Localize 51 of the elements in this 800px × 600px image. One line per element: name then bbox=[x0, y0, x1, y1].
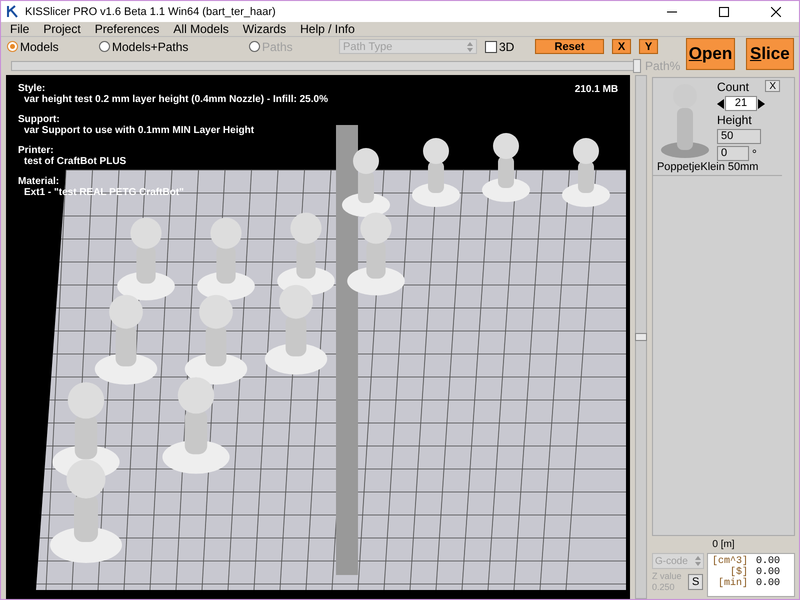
app-logo-icon bbox=[7, 5, 19, 18]
stat-value: 0.00 bbox=[756, 567, 780, 578]
slice-button[interactable]: Slice bbox=[746, 38, 794, 70]
spinner-arrows-icon bbox=[467, 42, 473, 52]
layer-position: 0 [m] bbox=[711, 539, 736, 550]
menu-item[interactable]: Preferences bbox=[88, 22, 166, 36]
count-label: Count bbox=[716, 80, 749, 94]
memory-usage: 210.1 MB bbox=[574, 84, 618, 95]
y-axis-button[interactable]: Y bbox=[639, 39, 658, 54]
decrement-arrow-icon[interactable] bbox=[716, 98, 724, 108]
slider-thumb[interactable] bbox=[635, 333, 648, 341]
open-button[interactable]: Open bbox=[686, 38, 735, 70]
remove-model-button[interactable]: X bbox=[765, 80, 780, 92]
height-label: Height bbox=[716, 113, 753, 127]
close-icon bbox=[771, 6, 781, 16]
menu-item[interactable]: All Models bbox=[166, 22, 236, 36]
height-field[interactable]: 50 bbox=[716, 129, 761, 144]
info-value: test of CraftBot PLUS bbox=[24, 156, 128, 167]
view-mode-radio[interactable]: Models+Paths bbox=[99, 40, 249, 54]
increment-arrow-icon[interactable] bbox=[758, 98, 765, 108]
view-mode-radio[interactable]: Models bbox=[7, 40, 99, 54]
rotation-field[interactable]: 0 bbox=[716, 146, 749, 161]
menu-item[interactable]: Project bbox=[36, 22, 88, 36]
slider-thumb[interactable] bbox=[633, 58, 641, 72]
info-heading: Style: bbox=[18, 83, 46, 94]
layer-slider[interactable] bbox=[635, 75, 647, 599]
menu-item[interactable]: Wizards bbox=[236, 22, 294, 36]
info-value: var height test 0.2 mm layer height (0.4mm Nozzle) - Infill: 25.0% bbox=[24, 94, 328, 105]
stat-unit: [min] bbox=[718, 578, 748, 589]
menu-item[interactable]: File bbox=[3, 22, 36, 36]
info-heading: Support: bbox=[18, 114, 61, 125]
window-title: KISSlicer PRO v1.6 Beta 1.1 Win64 (bart_ter_haar) bbox=[25, 6, 277, 18]
path-slider[interactable] bbox=[11, 60, 641, 70]
stat-unit: [$] bbox=[730, 567, 748, 578]
3d-checkbox[interactable]: 3D bbox=[485, 40, 535, 54]
maximize-icon bbox=[719, 6, 729, 16]
count-field[interactable]: 21 bbox=[724, 96, 757, 111]
info-heading: Printer: bbox=[18, 145, 55, 156]
spinner-arrows-icon bbox=[694, 556, 701, 566]
info-heading: Material: bbox=[18, 176, 60, 187]
stat-value: 0.00 bbox=[756, 556, 780, 567]
stat-value: 0.00 bbox=[756, 578, 780, 589]
model-card[interactable]: Count 21 Height 50 0 ° PoppetjeKlein 50mm X bbox=[652, 78, 782, 176]
reset-button[interactable]: Reset bbox=[535, 39, 604, 54]
info-value: var Support to use with 0.1mm MIN Layer Height bbox=[24, 125, 256, 136]
x-axis-button[interactable]: X bbox=[612, 39, 631, 54]
s-button[interactable]: S bbox=[688, 574, 704, 590]
model-name: PoppetjeKlein 50mm bbox=[656, 161, 760, 173]
stat-unit: [cm^3] bbox=[712, 556, 748, 567]
degree-label: ° bbox=[752, 146, 757, 160]
menu-item[interactable]: Help / Info bbox=[293, 22, 362, 36]
